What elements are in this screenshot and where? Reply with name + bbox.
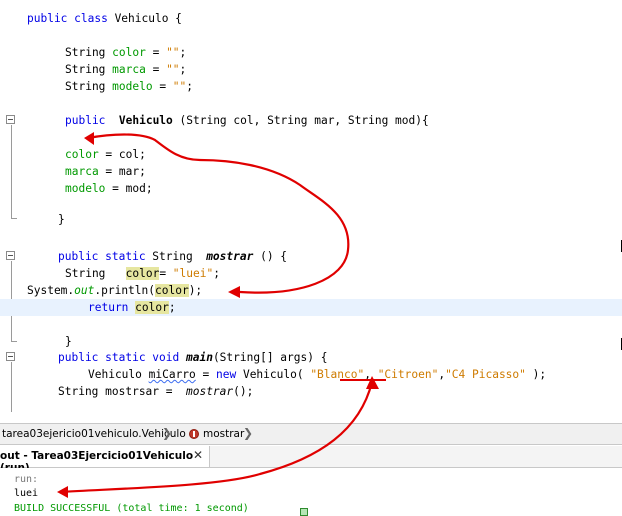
string-literal: "C4 Picasso" bbox=[445, 368, 526, 381]
code-text: String bbox=[65, 267, 126, 280]
code-line-11: String color= "luei"; bbox=[65, 265, 220, 282]
code-text: ); bbox=[525, 368, 547, 381]
code-text: (String[] args) { bbox=[212, 351, 328, 364]
field-name: color bbox=[112, 46, 146, 59]
code-text: ; bbox=[186, 80, 194, 93]
code-text: = bbox=[145, 63, 167, 76]
editor-gutter bbox=[0, 0, 22, 423]
code-text: String bbox=[145, 250, 207, 263]
method-icon bbox=[189, 429, 199, 439]
string-literal: "luei" bbox=[172, 267, 214, 280]
breadcrumb: tarea03ejericio01vehiculo.Vehiculo ❯ mos… bbox=[0, 423, 622, 445]
string-literal: "" bbox=[166, 63, 180, 76]
close-icon[interactable]: ✕ bbox=[193, 448, 203, 462]
local-variable: color bbox=[135, 301, 169, 314]
code-text: = col; bbox=[98, 148, 146, 161]
code-text: , bbox=[364, 368, 378, 381]
output-status-line: BUILD SUCCESSFUL (total time: 1 second) bbox=[14, 503, 249, 514]
code-line-4: String modelo = ""; bbox=[65, 78, 193, 95]
code-line-8: modelo = mod; bbox=[65, 180, 153, 197]
code-text: Vehiculo( bbox=[236, 368, 311, 381]
string-literal: "" bbox=[172, 80, 187, 93]
code-text: String bbox=[65, 80, 113, 93]
keyword: new bbox=[216, 368, 237, 381]
code-text: ; bbox=[179, 63, 187, 76]
code-text: String bbox=[65, 63, 113, 76]
string-literal: "Citroen" bbox=[377, 368, 439, 381]
unused-variable: miCarro bbox=[148, 368, 196, 381]
code-editor[interactable]: public class Vehiculo { String color = "… bbox=[0, 0, 622, 423]
constructor-name: Vehiculo bbox=[105, 114, 173, 127]
chevron-right-icon[interactable]: ❯ bbox=[243, 426, 253, 440]
keyword: public static void bbox=[58, 351, 180, 364]
code-text: Vehiculo { bbox=[114, 12, 182, 25]
keyword: public class bbox=[27, 12, 115, 25]
static-field: out bbox=[74, 284, 95, 297]
output-result-line: luei bbox=[14, 488, 39, 499]
code-line-16: Vehiculo miCarro = new Vehiculo( "Blanco… bbox=[88, 366, 546, 383]
status-indicator-icon bbox=[300, 508, 308, 516]
fold-toggle-mostrar[interactable] bbox=[6, 251, 15, 260]
code-line-7: marca = mar; bbox=[65, 163, 146, 180]
output-tab-bar: out - Tarea03Ejercicio01Vehiculo (run) ✕ bbox=[0, 446, 622, 474]
code-text: String bbox=[65, 46, 113, 59]
code-line-14: } bbox=[65, 335, 72, 348]
chevron-right-icon[interactable]: ❯ bbox=[162, 426, 172, 440]
method-name: mostrar bbox=[206, 250, 254, 263]
fold-toggle-constructor[interactable] bbox=[6, 115, 15, 124]
keyword: public bbox=[65, 114, 106, 127]
code-line-17: String mostrsar = mostrar(); bbox=[58, 383, 253, 400]
code-text: ; bbox=[168, 301, 176, 314]
method-call: mostrar bbox=[185, 385, 234, 398]
fold-guide-end bbox=[11, 341, 17, 342]
code-text: ); bbox=[188, 284, 203, 297]
code-text: (); bbox=[233, 385, 254, 398]
code-text: System. bbox=[27, 284, 75, 297]
code-line-12: System.out.println(color); bbox=[27, 282, 202, 299]
code-line-5: public Vehiculo (String col, String mar,… bbox=[65, 112, 429, 129]
breadcrumb-method[interactable]: mostrar bbox=[203, 427, 244, 441]
field-name: marca bbox=[65, 165, 99, 178]
field-name: color bbox=[65, 148, 99, 161]
field-name: modelo bbox=[65, 182, 106, 195]
fold-guide-end bbox=[11, 218, 17, 219]
string-literal: "" bbox=[166, 46, 180, 59]
output-run-line: run: bbox=[14, 474, 39, 485]
string-literal: "Blanco" bbox=[310, 368, 365, 381]
field-name: modelo bbox=[112, 80, 153, 93]
method-name: main bbox=[179, 351, 213, 364]
code-text: Vehiculo bbox=[88, 368, 149, 381]
breadcrumb-class[interactable]: tarea03ejericio01vehiculo.Vehiculo bbox=[2, 427, 186, 441]
code-text: () { bbox=[253, 250, 288, 263]
code-text: .println( bbox=[94, 284, 155, 297]
code-text: = bbox=[195, 368, 216, 381]
code-line-13: return color; bbox=[88, 299, 176, 316]
field-name: marca bbox=[112, 63, 146, 76]
code-line-2: String color = ""; bbox=[65, 44, 186, 61]
code-text: = bbox=[159, 267, 173, 280]
fold-guide bbox=[11, 362, 12, 412]
code-text: = mod; bbox=[105, 182, 153, 195]
code-text: (String col, String mar, String mod){ bbox=[172, 114, 429, 127]
code-line-15: public static void main(String[] args) { bbox=[58, 349, 327, 366]
fold-toggle-main[interactable] bbox=[6, 352, 15, 361]
code-text: String mostrsar = bbox=[58, 385, 186, 398]
code-text: = mar; bbox=[98, 165, 146, 178]
tab-output[interactable]: out - Tarea03Ejercicio01Vehiculo (run) ✕ bbox=[0, 446, 210, 474]
output-console[interactable]: run: luei BUILD SUCCESSFUL (total time: … bbox=[0, 468, 622, 516]
code-line-3: String marca = ""; bbox=[65, 61, 186, 78]
fold-guide bbox=[11, 125, 12, 218]
local-variable: color bbox=[155, 284, 189, 297]
code-text: ; bbox=[179, 46, 187, 59]
code-line-9: } bbox=[58, 213, 65, 226]
code-text: = bbox=[145, 46, 167, 59]
code-text: ; bbox=[213, 267, 220, 280]
code-line-6: color = col; bbox=[65, 146, 146, 163]
code-line-10: public static String mostrar () { bbox=[58, 248, 287, 265]
keyword: return bbox=[88, 301, 136, 314]
local-variable: color bbox=[125, 267, 160, 280]
code-line-1: public class Vehiculo { bbox=[27, 10, 182, 27]
code-text: = bbox=[152, 80, 173, 93]
keyword: public static bbox=[58, 250, 146, 263]
